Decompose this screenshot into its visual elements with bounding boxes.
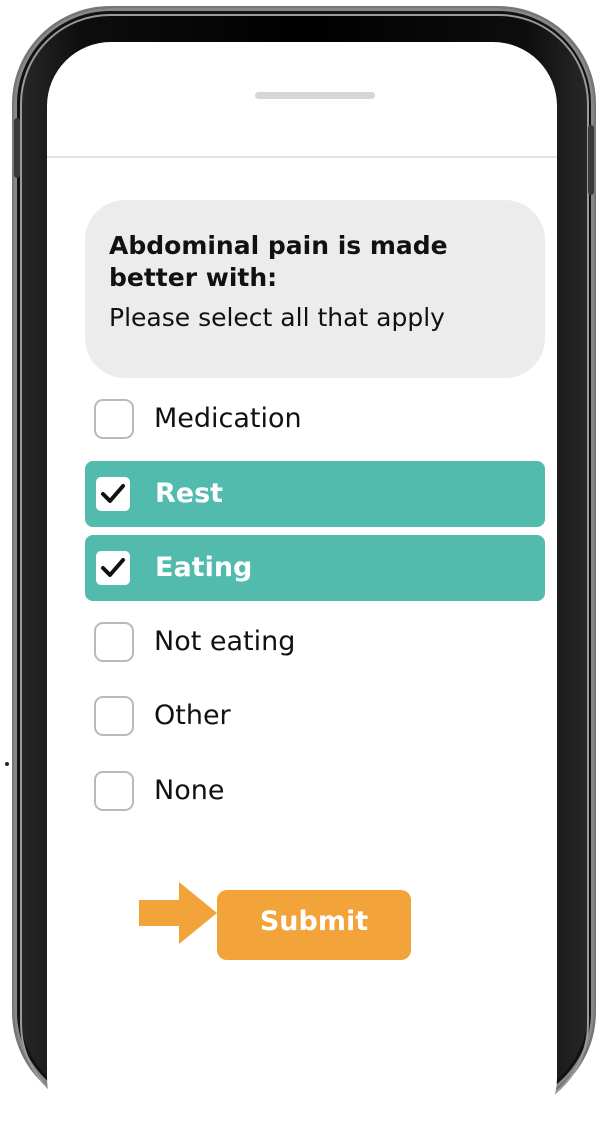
phone-side-button-right xyxy=(588,125,594,195)
checkbox-unchecked[interactable] xyxy=(94,622,134,662)
checkmark-icon xyxy=(101,558,125,577)
checkbox-unchecked[interactable] xyxy=(94,771,134,811)
checkmark-icon xyxy=(101,484,125,503)
option-label: None xyxy=(154,775,225,806)
option-label: Not eating xyxy=(154,626,296,657)
question-card: Abdominal pain is made better with: Plea… xyxy=(85,200,545,378)
question-title: Abdominal pain is made better with: xyxy=(109,231,448,292)
sheet-grabber-handle[interactable] xyxy=(255,92,375,99)
option-label: Rest xyxy=(155,478,224,509)
option-row[interactable]: Eating xyxy=(85,535,545,601)
option-row[interactable]: Medication xyxy=(85,386,545,452)
checkbox-checked[interactable] xyxy=(96,551,130,585)
background-dot xyxy=(5,762,9,766)
option-row[interactable]: Other xyxy=(85,683,545,749)
arrow-right-icon xyxy=(139,882,217,944)
submit-button[interactable]: Submit xyxy=(217,890,411,960)
header-divider xyxy=(47,156,557,158)
option-row[interactable]: Rest xyxy=(85,461,545,527)
option-label: Medication xyxy=(154,403,302,434)
option-label: Eating xyxy=(155,552,253,583)
option-row[interactable]: None xyxy=(85,758,545,824)
checkbox-unchecked[interactable] xyxy=(94,399,134,439)
phone-side-button-left xyxy=(14,118,20,178)
option-row[interactable]: Not eating xyxy=(85,609,545,675)
option-label: Other xyxy=(154,700,231,731)
question-subtitle: Please select all that apply xyxy=(109,303,445,332)
checkbox-unchecked[interactable] xyxy=(94,696,134,736)
phone-screen: Abdominal pain is made better with: Plea… xyxy=(47,42,557,1142)
checkbox-checked[interactable] xyxy=(96,477,130,511)
